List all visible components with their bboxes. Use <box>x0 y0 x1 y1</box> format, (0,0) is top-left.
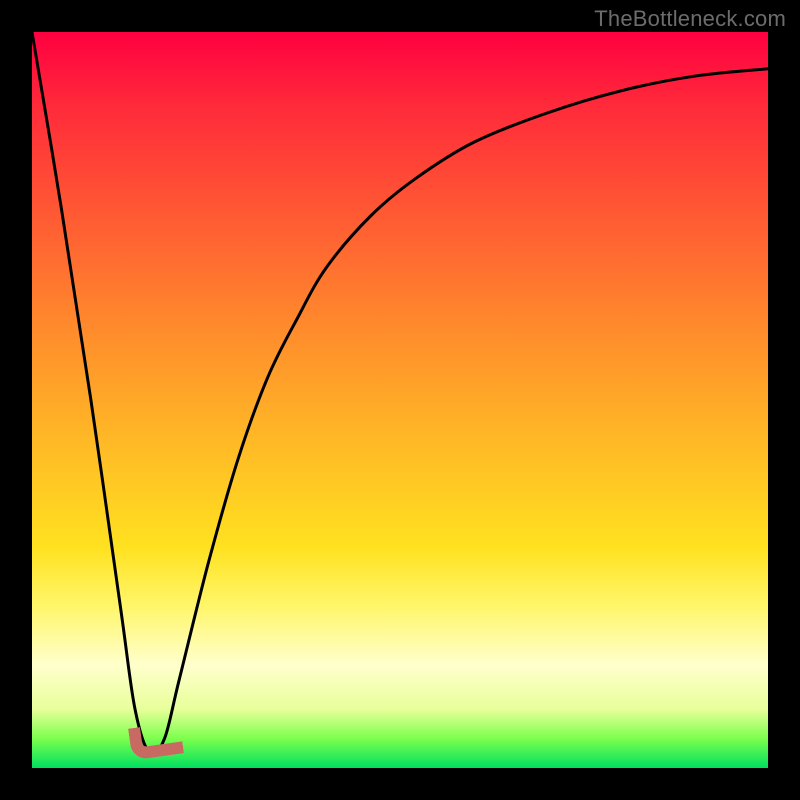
plot-area <box>32 32 768 768</box>
watermark-text: TheBottleneck.com <box>594 6 786 32</box>
bottleneck-curve <box>32 32 768 768</box>
chart-frame: TheBottleneck.com <box>0 0 800 800</box>
